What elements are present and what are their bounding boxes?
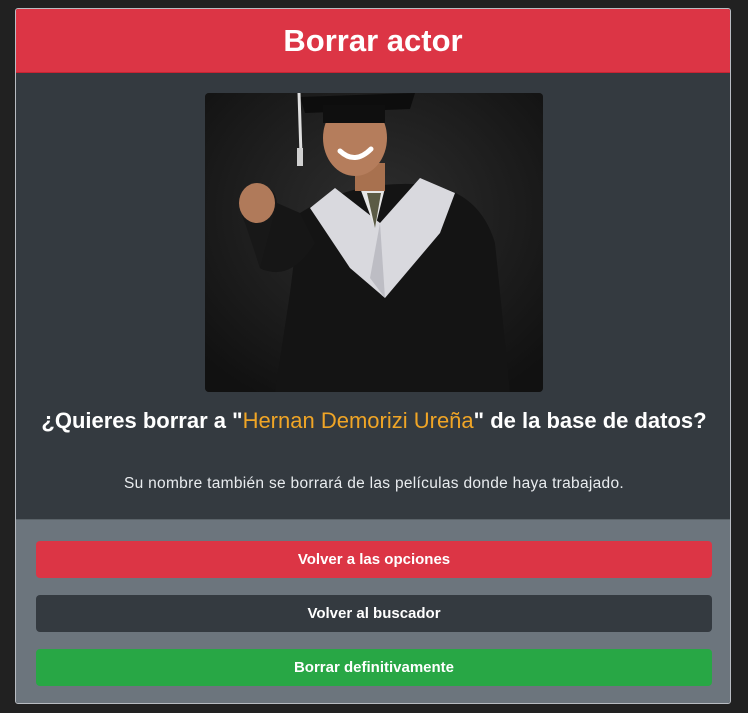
delete-actor-card: Borrar actor ¿Quieres borrar a "Hernan D…: [15, 8, 731, 704]
card-header: Borrar actor: [16, 9, 730, 73]
card-footer: Volver a las opciones Volver al buscador…: [16, 519, 730, 703]
back-to-options-button[interactable]: Volver a las opciones: [36, 541, 712, 578]
page-title: Borrar actor: [283, 22, 463, 58]
actor-name: Hernan Demorizi Ureña: [242, 408, 474, 433]
delete-question: ¿Quieres borrar a "Hernan Demorizi Ureña…: [16, 406, 730, 436]
warning-subtext: Su nombre también se borrará de las pelí…: [123, 475, 625, 492]
back-to-search-button[interactable]: Volver al buscador: [36, 595, 712, 632]
card-body: ¿Quieres borrar a "Hernan Demorizi Ureña…: [16, 73, 730, 519]
question-suffix: " de la base de datos?: [473, 408, 707, 433]
delete-permanently-button[interactable]: Borrar definitivamente: [36, 649, 712, 686]
actor-photo: [205, 93, 543, 392]
question-prefix: ¿Quieres borrar a ": [41, 408, 243, 433]
